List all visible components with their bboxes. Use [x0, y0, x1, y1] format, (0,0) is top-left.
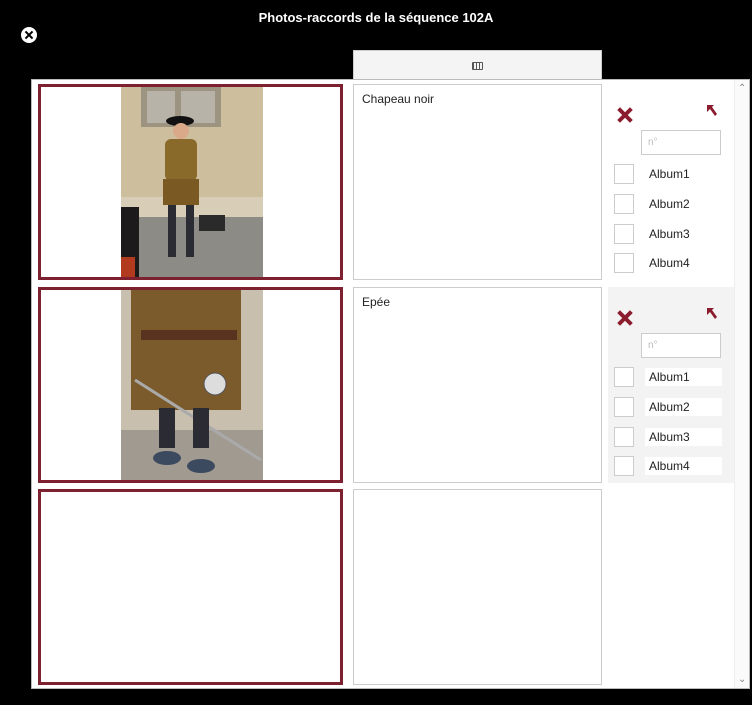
album-row: Album1 — [614, 366, 726, 388]
photos-panel: Chapeau noir Album1 Album2 Album3 Album4 — [31, 79, 750, 689]
album-label: Album3 — [649, 227, 690, 241]
description-text-1: Chapeau noir — [362, 92, 435, 106]
album-row: Album3 — [614, 426, 726, 448]
album-checkbox[interactable] — [614, 397, 634, 417]
scrollbar[interactable]: ⌃ ⌄ — [734, 80, 749, 688]
album-checkbox[interactable] — [614, 164, 634, 184]
album-checkbox[interactable] — [614, 456, 634, 476]
album-row: Album1 — [614, 163, 726, 185]
delete-icon[interactable] — [618, 108, 632, 122]
album-checkbox[interactable] — [614, 427, 634, 447]
album-label: Album2 — [645, 398, 722, 416]
album-row: Album4 — [614, 252, 726, 274]
delete-icon[interactable] — [618, 311, 632, 325]
photo-tools-2: Album1 Album2 Album3 Album4 — [608, 287, 734, 483]
keyboard-icon — [472, 61, 483, 70]
tab-keyboard[interactable] — [353, 50, 602, 80]
photo-image-1 — [121, 87, 263, 277]
album-label: Album1 — [649, 167, 690, 181]
album-label: Album2 — [649, 197, 690, 211]
chevron-up-icon[interactable]: ⌃ — [738, 83, 746, 94]
description-box-1[interactable]: Chapeau noir — [353, 84, 602, 280]
chevron-down-icon[interactable]: ⌄ — [738, 674, 746, 685]
album-checkbox[interactable] — [614, 224, 634, 244]
album-label: Album4 — [649, 256, 690, 270]
number-input[interactable] — [641, 130, 721, 155]
arrow-up-left-icon[interactable] — [705, 306, 719, 320]
photo-frame-3[interactable] — [38, 489, 343, 685]
album-label: Album4 — [645, 457, 722, 475]
album-checkbox[interactable] — [614, 194, 634, 214]
photo-frame-2[interactable] — [38, 287, 343, 483]
album-checkbox[interactable] — [614, 253, 634, 273]
album-row: Album2 — [614, 193, 726, 215]
photo-image-2 — [121, 290, 263, 480]
album-label: Album3 — [645, 428, 722, 446]
album-label: Album1 — [645, 368, 722, 386]
photo-tools-1: Album1 Album2 Album3 Album4 — [608, 84, 734, 280]
description-box-3[interactable] — [353, 489, 602, 685]
album-row: Album2 — [614, 396, 726, 418]
description-box-2[interactable]: Epée — [353, 287, 602, 483]
arrow-up-left-icon[interactable] — [705, 103, 719, 117]
photo-frame-1[interactable] — [38, 84, 343, 280]
close-icon[interactable] — [21, 27, 37, 43]
album-row: Album3 — [614, 223, 726, 245]
album-row: Album4 — [614, 455, 726, 477]
number-input[interactable] — [641, 333, 721, 358]
description-text-2: Epée — [362, 295, 391, 309]
window-title: Photos-raccords de la séquence 102A — [258, 10, 494, 25]
album-checkbox[interactable] — [614, 367, 634, 387]
